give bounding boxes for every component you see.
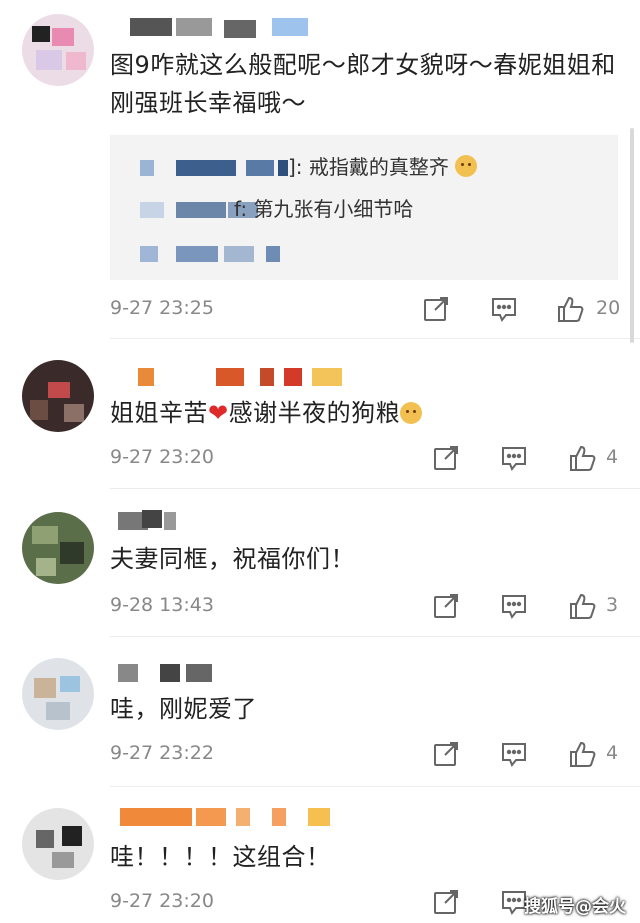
like-count: 3	[606, 594, 619, 616]
watermark: 搜狐号@会火	[524, 897, 626, 917]
reply-text: 第九张有小细节哈	[253, 197, 414, 221]
like-count: 4	[606, 742, 619, 764]
reply-item[interactable]: ]: 戒指戴的真整齐	[110, 149, 618, 185]
like-button[interactable]	[568, 592, 598, 622]
like-count: 20	[596, 297, 621, 319]
thumbs-up-icon	[570, 741, 596, 767]
comment-reply-button[interactable]	[500, 444, 530, 474]
comment-meta: 9-27 23:20 4	[110, 444, 620, 474]
like-button[interactable]	[556, 295, 586, 325]
reply-name-suffix: ]:	[288, 155, 303, 179]
comment-text-part: 感谢半夜的狗粮	[228, 399, 401, 427]
reply-name-suffix: f:	[234, 197, 248, 221]
more-replies-placeholder	[140, 243, 290, 265]
share-button[interactable]	[432, 888, 462, 918]
like-button[interactable]	[568, 740, 598, 770]
comment-text: 姐姐辛苦❤感谢半夜的狗粮	[110, 394, 620, 432]
more-replies-link[interactable]	[110, 235, 618, 271]
avatar[interactable]	[22, 360, 94, 432]
share-icon	[434, 446, 458, 470]
divider	[110, 786, 640, 787]
comment-text: 夫妻同框，祝福你们！	[110, 545, 355, 573]
divider	[110, 636, 640, 637]
thumbs-up-icon	[570, 593, 596, 619]
comment-item: 夫妻同框，祝福你们！ 9-28 13:43 3	[0, 490, 640, 636]
like-count: 4	[606, 446, 619, 468]
doge-icon	[400, 402, 423, 424]
comment-text: 哇，刚妮爱了	[110, 695, 257, 723]
comment-reply-button[interactable]	[500, 592, 530, 622]
reply-content: f: 第九张有小细节哈	[234, 193, 413, 222]
comment-icon	[502, 743, 526, 767]
comment-text: 哇！！！！这组合！	[110, 843, 331, 871]
divider	[110, 488, 640, 489]
comment-icon	[492, 298, 516, 322]
scrollbar[interactable]	[630, 128, 634, 343]
username[interactable]	[112, 14, 312, 38]
share-icon	[434, 890, 458, 914]
share-icon	[434, 742, 458, 766]
divider	[110, 338, 640, 339]
reply-content: ]: 戒指戴的真整齐	[288, 151, 478, 180]
share-button[interactable]	[432, 740, 462, 770]
comment-time: 9-27 23:22	[110, 742, 214, 764]
comment-text-part: 姐姐辛苦	[110, 399, 208, 427]
like-button[interactable]	[568, 444, 598, 474]
share-button[interactable]	[432, 592, 462, 622]
comment-meta: 9-27 23:22 4	[110, 740, 620, 770]
avatar[interactable]	[22, 512, 94, 584]
heart-icon: ❤	[208, 399, 229, 427]
share-icon	[434, 594, 458, 618]
username[interactable]	[112, 510, 312, 534]
doge-icon	[455, 155, 478, 177]
share-icon	[424, 297, 448, 321]
thumbs-up-icon	[558, 296, 584, 322]
reply-item[interactable]: f: 第九张有小细节哈	[110, 191, 618, 227]
username[interactable]	[112, 368, 342, 390]
username[interactable]	[112, 664, 312, 686]
thumbs-up-icon	[570, 445, 596, 471]
comment-time: 9-27 23:20	[110, 446, 214, 468]
comment-reply-button[interactable]	[490, 295, 520, 325]
reply-username[interactable]	[140, 157, 290, 179]
reply-text: 戒指戴的真整齐	[308, 155, 449, 179]
comment-item: 哇，刚妮爱了 9-27 23:22 4	[0, 638, 640, 786]
avatar[interactable]	[22, 658, 94, 730]
avatar[interactable]	[22, 808, 94, 880]
comment-meta: 9-27 23:25 20	[110, 295, 620, 325]
comment-text: 图9咋就这么般配呢～郎才女貌呀～春妮姐姐和刚强班长幸福哦～	[110, 51, 616, 117]
comment-icon	[502, 595, 526, 619]
share-button[interactable]	[432, 444, 462, 474]
comment-meta: 9-28 13:43 3	[110, 592, 620, 622]
comment-reply-button[interactable]	[500, 740, 530, 770]
comment-item: 姐姐辛苦❤感谢半夜的狗粮 9-27 23:20 4	[0, 340, 640, 488]
comment-icon	[502, 447, 526, 471]
username[interactable]	[112, 808, 342, 830]
comment-time: 9-27 23:25	[110, 297, 214, 319]
comment-time: 9-28 13:43	[110, 594, 214, 616]
comment-time: 9-27 23:20	[110, 890, 214, 912]
reply-list[interactable]: ]: 戒指戴的真整齐 f: 第九张有小细节哈	[110, 135, 618, 280]
share-button[interactable]	[422, 295, 452, 325]
comment-item: 图9咋就这么般配呢～郎才女貌呀～春妮姐姐和刚强班长幸福哦～ ]: 戒指戴的真整齐	[0, 0, 640, 340]
avatar[interactable]	[22, 14, 94, 86]
